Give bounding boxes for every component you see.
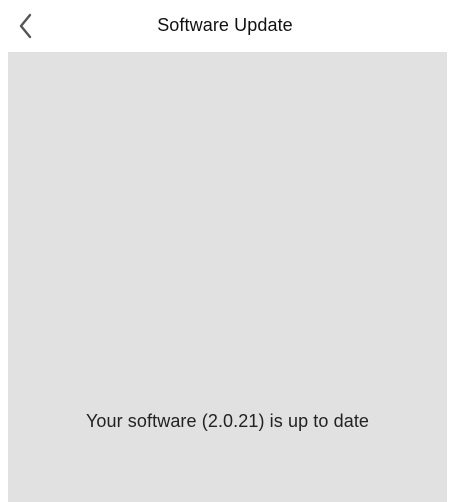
update-status-message: Your software (2.0.21) is up to date: [85, 411, 370, 431]
update-status-panel: Your software (2.0.21) is up to date: [8, 52, 447, 502]
software-update-screen: Software Update Your software (2.0.21) i…: [0, 0, 450, 502]
page-title: Software Update: [157, 15, 293, 35]
navigation-bar: Software Update: [0, 0, 450, 52]
